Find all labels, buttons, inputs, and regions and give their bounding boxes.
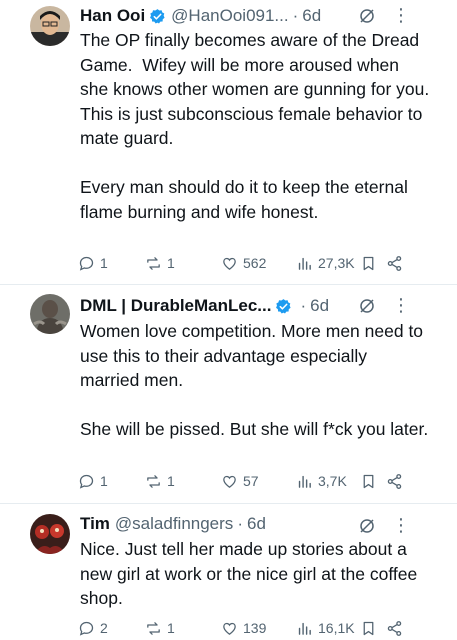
reply-count: 1 (100, 255, 108, 271)
tweet-text: Nice. Just tell her made up stories abou… (80, 539, 423, 608)
like-icon (223, 257, 236, 270)
tweet-actions: 1 1 562 27,3K (78, 253, 418, 273)
handle[interactable]: @HanOoi091... (171, 6, 288, 26)
views-button[interactable]: 3,7K (296, 471, 347, 491)
reply-count: 1 (100, 473, 108, 489)
like-icon (223, 622, 236, 635)
tweet-dml[interactable]: DML | DurableManLec... · 6d ⋮ Women love… (0, 285, 457, 502)
reply-icon (79, 256, 94, 271)
views-button[interactable]: 27,3K (296, 253, 355, 273)
like-count: 562 (243, 255, 267, 271)
grok-icon[interactable] (358, 7, 376, 25)
repost-count: 1 (167, 255, 175, 271)
like-button[interactable]: 562 (221, 253, 266, 273)
display-name[interactable]: DML | DurableManLec... (80, 296, 271, 316)
like-count: 139 (243, 620, 267, 636)
repost-button[interactable]: 1 (145, 471, 175, 491)
tweet-text: The OP finally becomes aware of the Drea… (80, 30, 430, 222)
grok-icon[interactable] (358, 297, 376, 315)
share-icon (387, 473, 402, 489)
more-icon[interactable]: ⋮ (392, 6, 410, 24)
tweet-actions: 1 1 57 3,7K (78, 471, 418, 491)
reply-count: 2 (100, 620, 108, 636)
verified-badge-icon (150, 8, 165, 24)
share-icon (387, 620, 402, 636)
repost-button[interactable]: 1 (145, 618, 175, 638)
separator-dot: · (292, 6, 299, 25)
views-count: 16,1K (318, 620, 355, 636)
like-button[interactable]: 57 (221, 471, 259, 491)
avatar-tim[interactable] (30, 514, 70, 554)
views-count: 3,7K (318, 473, 347, 489)
repost-icon (147, 621, 160, 635)
display-name[interactable]: Tim (80, 514, 110, 534)
separator-dot: · (237, 514, 243, 533)
more-icon[interactable]: ⋮ (392, 296, 410, 314)
like-button[interactable]: 139 (221, 618, 266, 638)
views-count: 27,3K (318, 255, 355, 271)
tweet-text: Women love competition. More men need to… (80, 321, 429, 439)
tweet-han-ooi[interactable]: Han Ooi @HanOoi091... · 6d ⋮ The OP fina… (0, 0, 457, 290)
like-icon (223, 475, 236, 488)
repost-button[interactable]: 1 (145, 253, 175, 273)
share-button[interactable] (386, 618, 408, 638)
reply-button[interactable]: 2 (78, 618, 108, 638)
display-name[interactable]: Han Ooi (80, 6, 145, 26)
bookmark-icon (363, 474, 374, 488)
repost-count: 1 (167, 620, 175, 636)
reply-button[interactable]: 1 (78, 253, 108, 273)
handle[interactable]: @saladfinngers (115, 514, 233, 534)
tweet-tim[interactable]: Tim @saladfinngers · 6d ⋮ Nice. Just tel… (0, 504, 457, 640)
like-count: 57 (243, 473, 259, 489)
repost-icon (147, 256, 160, 270)
timestamp[interactable]: 6d (310, 296, 329, 316)
grok-icon[interactable] (358, 517, 376, 535)
more-icon[interactable]: ⋮ (392, 516, 410, 534)
bookmark-button[interactable] (360, 253, 382, 273)
repost-icon (147, 474, 160, 488)
verified-badge-icon (276, 298, 292, 314)
share-button[interactable] (386, 253, 408, 273)
separator-dot: · (300, 296, 307, 315)
views-icon (298, 622, 311, 635)
timestamp[interactable]: 6d (247, 514, 266, 534)
share-button[interactable] (386, 471, 408, 491)
repost-count: 1 (167, 473, 175, 489)
tweet-actions: 2 1 139 16,1K (78, 618, 418, 638)
timestamp[interactable]: 6d (302, 6, 321, 26)
views-icon (298, 475, 311, 488)
reply-icon (79, 621, 94, 636)
avatar-dml[interactable] (30, 294, 70, 334)
bookmark-button[interactable] (360, 471, 382, 491)
share-icon (387, 255, 402, 271)
views-button[interactable]: 16,1K (296, 618, 355, 638)
bookmark-icon (363, 621, 374, 635)
avatar-han-ooi[interactable] (30, 6, 70, 46)
bookmark-icon (363, 256, 374, 270)
bookmark-button[interactable] (360, 618, 382, 638)
views-icon (298, 257, 311, 270)
reply-button[interactable]: 1 (78, 471, 108, 491)
reply-icon (79, 474, 94, 489)
